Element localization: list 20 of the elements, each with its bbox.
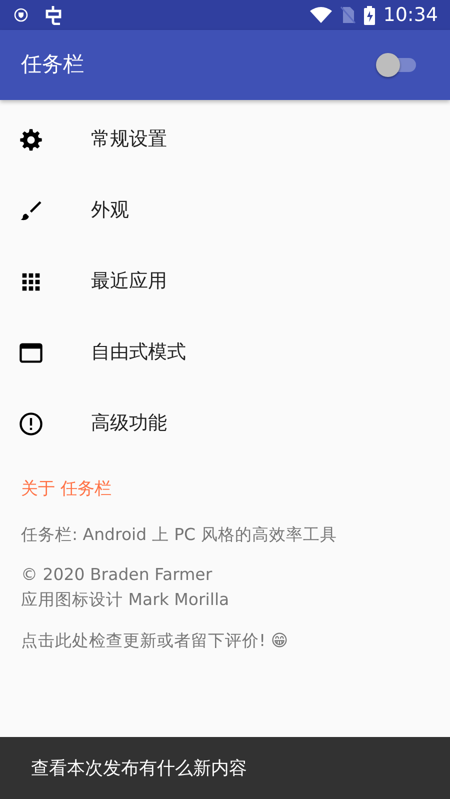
menu-item[interactable]: 外观 — [0, 175, 450, 246]
menu-item[interactable]: 常规设置 — [0, 104, 450, 175]
menu-item[interactable]: 最近应用 — [0, 246, 450, 317]
exclamation-circle-icon — [18, 410, 44, 436]
credit-text: © 2020 Braden Farmer — [21, 564, 214, 586]
section-heading: 关于 任务栏 — [21, 478, 112, 501]
snackbar-message: 查看本次发布有什么新内容 — [31, 756, 247, 780]
toggle-switch[interactable] — [376, 53, 416, 77]
toolbar-title: 任务栏 — [21, 51, 84, 78]
gear-icon — [18, 126, 44, 152]
update-link[interactable]: 点击此处检查更新或者留下评价! 😁 — [21, 628, 429, 654]
shield-icon — [14, 8, 28, 22]
no-sim-icon — [340, 6, 356, 24]
credit-text: 应用图标设计 Mark Morilla — [21, 589, 230, 611]
menu-item[interactable]: 高级功能 — [0, 388, 450, 459]
description-text: 任务栏: Android 上 PC 风格的高效率工具 — [21, 524, 338, 546]
clock-time: 10:34 — [383, 2, 438, 28]
menu-item[interactable]: 自由式模式 — [0, 317, 450, 388]
wifi-icon — [310, 7, 332, 23]
battery-charging-icon — [364, 6, 376, 24]
